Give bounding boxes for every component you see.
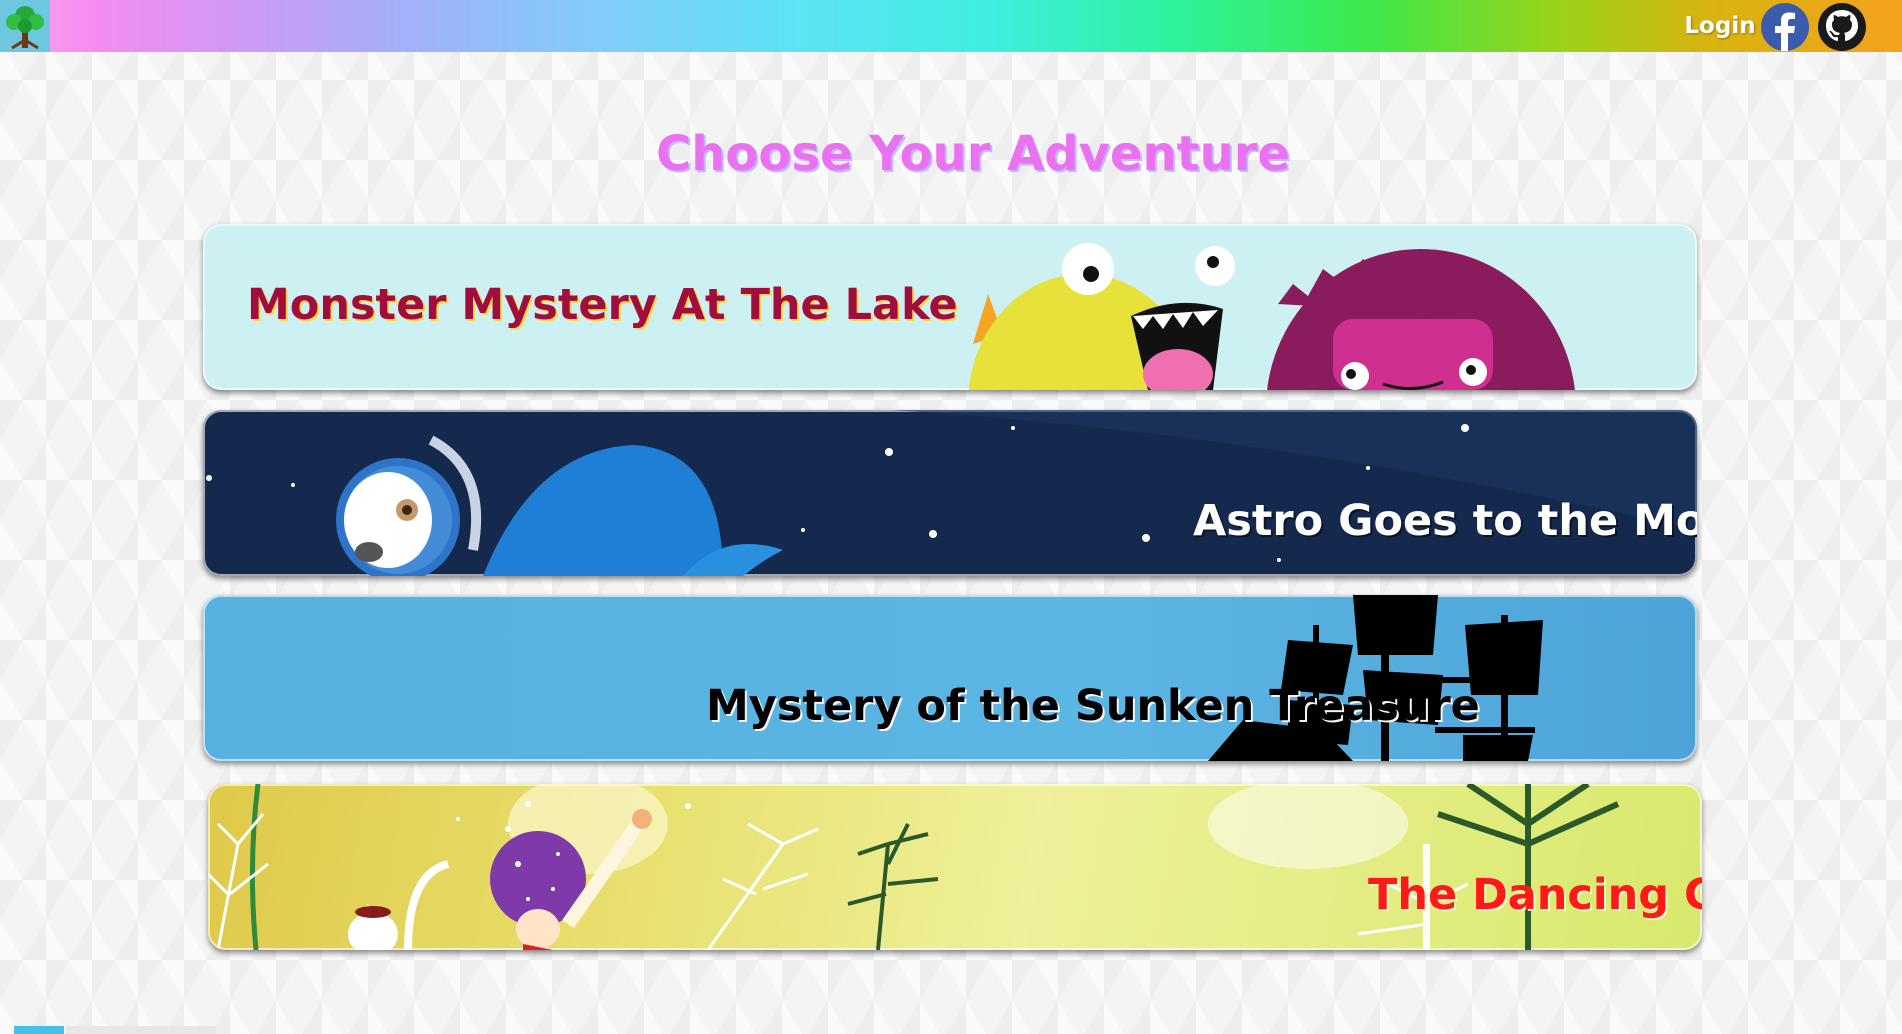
- adventure-title: The Dancing Cat: [1368, 870, 1702, 920]
- dancing-cat-illustration: [208, 784, 1620, 950]
- top-navbar: Login: [0, 0, 1902, 52]
- adventure-card-monster-mystery[interactable]: Monster Mystery At The Lake: [203, 224, 1697, 390]
- scrollbar-track: [66, 1026, 216, 1034]
- adventure-card-dancing-cat[interactable]: The Dancing Cat: [208, 784, 1702, 950]
- adventure-card-sunken-treasure[interactable]: Mystery of the Sunken Treasure: [203, 595, 1697, 761]
- adventure-title: Mystery of the Sunken Treasure: [706, 681, 1480, 731]
- home-logo-button[interactable]: [0, 0, 50, 52]
- facebook-icon[interactable]: [1760, 2, 1810, 52]
- login-link[interactable]: Login: [1684, 8, 1756, 44]
- scrollbar-thumb[interactable]: [14, 1026, 64, 1034]
- adventure-title: Monster Mystery At The Lake: [247, 280, 958, 330]
- adventure-card-astro-moon[interactable]: Astro Goes to the Moon: [203, 410, 1697, 576]
- pirate-ships-illustration: [1208, 595, 1543, 761]
- tree-icon: [6, 6, 44, 50]
- adventure-title: Astro Goes to the Moon: [1193, 496, 1697, 546]
- github-icon[interactable]: [1817, 2, 1867, 52]
- astronaut-dog-illustration: [206, 410, 1697, 576]
- page-title: Choose Your Adventure: [656, 126, 1290, 182]
